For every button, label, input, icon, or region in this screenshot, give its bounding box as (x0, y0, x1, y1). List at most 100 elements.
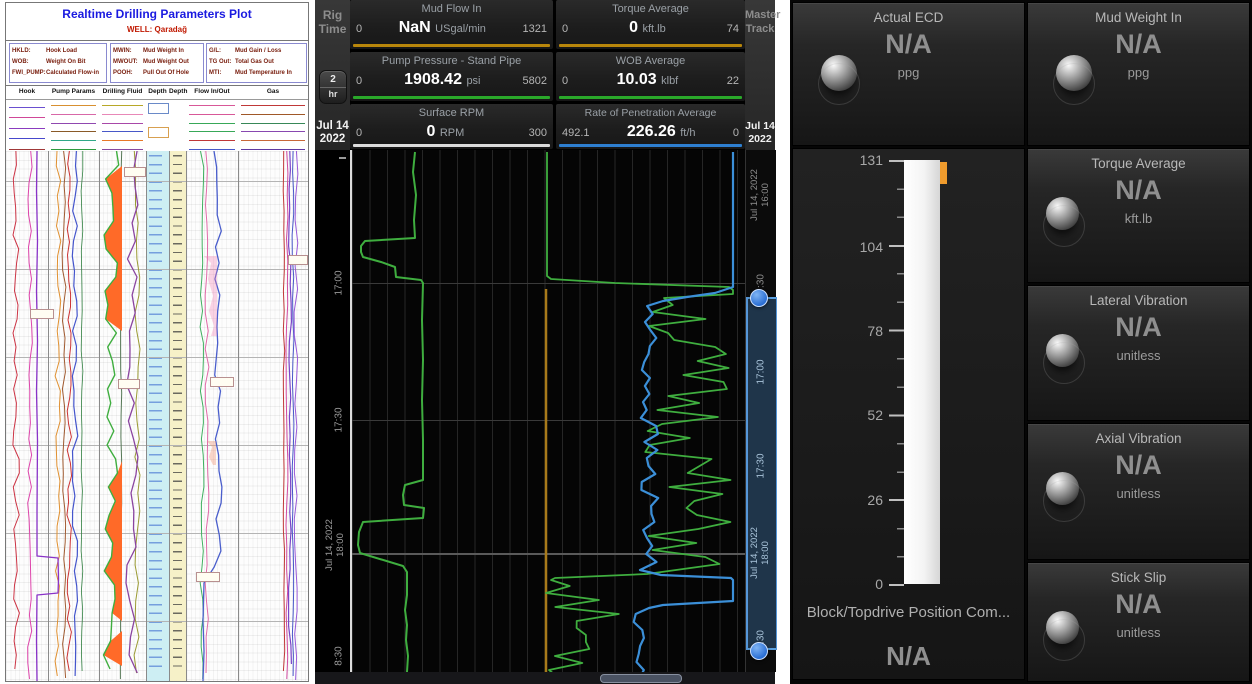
gauge-title: Pump Pressure - Stand Pipe (350, 55, 553, 67)
master-track[interactable]: Jul 14, 202216:00 :30 17:00 17:30 Jul 14… (745, 150, 776, 672)
time-axis-tick (339, 157, 346, 159)
gauge-unit: psi (466, 75, 480, 87)
gauge-tick-label: 78 (823, 323, 883, 339)
well-name: WELL: Qaradağ (6, 25, 308, 34)
gauge-wob-average[interactable]: WOB Average 010.03 klbf22 (556, 52, 745, 101)
status-sphere-icon (1046, 334, 1079, 367)
curve-scale-line (51, 123, 96, 124)
curve-scale-line (9, 138, 45, 139)
curve-value-flag (124, 167, 146, 177)
track-header-fluid: Drilling Fluid (99, 88, 146, 95)
gauge-unit: USgal/min (435, 23, 486, 35)
log-curve (203, 151, 222, 681)
tile-torque-average[interactable]: Torque Average N/A kft.lb (1027, 148, 1250, 283)
horizontal-scrollbar[interactable] (600, 674, 682, 683)
gauge-major-ticks (889, 160, 904, 586)
track-header-flow: Flow In/Out (186, 88, 238, 95)
master-time-label: 17:30 (756, 453, 767, 478)
gauge-max: 74 (727, 23, 739, 35)
curve-scale-line (102, 140, 143, 141)
range-handle-bottom[interactable] (750, 642, 768, 660)
track-header-depth1: Depth (146, 88, 169, 95)
depth-scale-box (148, 127, 169, 138)
tile-value: N/A (793, 29, 1024, 60)
curve-scale-line (241, 105, 305, 106)
track-header-depth2: Depth (169, 88, 186, 95)
status-sphere-icon (1056, 55, 1092, 91)
curve-value-flag (30, 309, 54, 319)
legend-desc: Mud Weight In (143, 48, 184, 54)
gauge-scale-bar (559, 144, 742, 147)
legend-box-hook: HKLD:Hook Load WOB:Weight On Bit FWI_PUM… (9, 43, 107, 83)
tile-actual-ecd[interactable]: Actual ECD N/A ppg (792, 2, 1025, 146)
time-interval-button[interactable]: 2 hr (319, 70, 347, 104)
curve-scale-line (51, 149, 96, 150)
depth-scale-box (148, 103, 169, 114)
time-label: Jul 14, 202218:00 (324, 519, 346, 571)
curve-scale-line (9, 128, 45, 129)
tile-axial-vibration[interactable]: Axial Vibration N/A unitless (1027, 423, 1250, 560)
log-curve (104, 166, 122, 331)
gauge-torque-average[interactable]: Torque Average 00 kft.lb74 (556, 0, 745, 49)
curve-scale-line (241, 114, 305, 115)
curve-value-flag (288, 255, 308, 265)
log-curve (13, 151, 20, 669)
gauge-rop-average[interactable]: Rate of Penetration Average 492.1226.26 … (556, 104, 745, 149)
legend-key: POOH: (113, 68, 143, 79)
log-curve (204, 256, 217, 336)
curve-scale-line (189, 105, 235, 106)
log-curve (289, 151, 292, 664)
plot-title-box: Realtime Drilling Parameters Plot WELL: … (6, 3, 308, 41)
gauge-scale-bar (353, 144, 550, 147)
position-marker (940, 162, 947, 184)
gauge-min: 0 (356, 127, 362, 139)
gauge-min: 0 (562, 23, 568, 35)
status-sphere-icon (1046, 472, 1079, 505)
gauge-value: NaN (399, 19, 431, 36)
curve-scale-line (241, 140, 305, 141)
tile-stick-slip[interactable]: Stick Slip N/A unitless (1027, 562, 1250, 682)
tile-mud-weight-in[interactable]: Mud Weight In N/A ppg (1027, 2, 1250, 146)
curve-scale-line (241, 149, 305, 150)
curve-scale-line (241, 131, 305, 132)
gauge-value: N/A (793, 641, 1024, 672)
gauge-max: 0 (733, 127, 739, 139)
gauge-tick-label: 131 (823, 152, 883, 168)
gauge-pump-pressure[interactable]: Pump Pressure - Stand Pipe 01908.42 psi5… (350, 52, 553, 101)
master-time-label: 17:00 (756, 359, 767, 384)
gauge-tick-label: 52 (823, 407, 883, 423)
left-date-label: Jul 142022 (315, 120, 350, 146)
gauge-unit: RPM (440, 127, 464, 139)
gauge-scale-bar (559, 96, 742, 99)
gauge-min: 0 (356, 75, 362, 87)
gauge-scale-bar (353, 96, 550, 99)
gauge-unit: ft/h (680, 127, 695, 139)
curve-scale-line (189, 131, 235, 132)
tile-title: Axial Vibration (1028, 431, 1249, 446)
status-sphere-icon (821, 55, 857, 91)
time-label: 17:30 (334, 407, 345, 432)
time-track-chart[interactable] (350, 150, 745, 672)
legend-desc: Mud Gain / Loss (235, 48, 281, 54)
legend-key: MTI: (209, 68, 235, 79)
gauge-scale-bar (559, 44, 742, 47)
gauge-max: 1321 (523, 23, 547, 35)
log-curve (62, 151, 66, 678)
range-handle-top[interactable] (750, 289, 768, 307)
curve-scale-line (9, 107, 45, 108)
curve-scale-line (102, 131, 143, 132)
tile-lateral-vibration[interactable]: Lateral Vibration N/A unitless (1027, 285, 1250, 421)
track-header-pump: Pump Params (48, 88, 99, 95)
log-curve (72, 151, 78, 676)
gauge-value: 226.26 (627, 123, 676, 140)
legend-key: MWIN: (113, 46, 143, 57)
curve-scale-line (189, 149, 235, 150)
gauge-title: Torque Average (556, 3, 745, 15)
curve-value-flag (210, 377, 234, 387)
gauge-mud-flow-in[interactable]: Mud Flow In 0NaN USgal/min1321 (350, 0, 553, 49)
curve-value-flag (196, 572, 220, 582)
gauge-max: 22 (727, 75, 739, 87)
tile-title: Torque Average (1028, 156, 1249, 171)
gauge-surface-rpm[interactable]: Surface RPM 00 RPM300 (350, 104, 553, 149)
curve-scale-line (102, 149, 143, 150)
